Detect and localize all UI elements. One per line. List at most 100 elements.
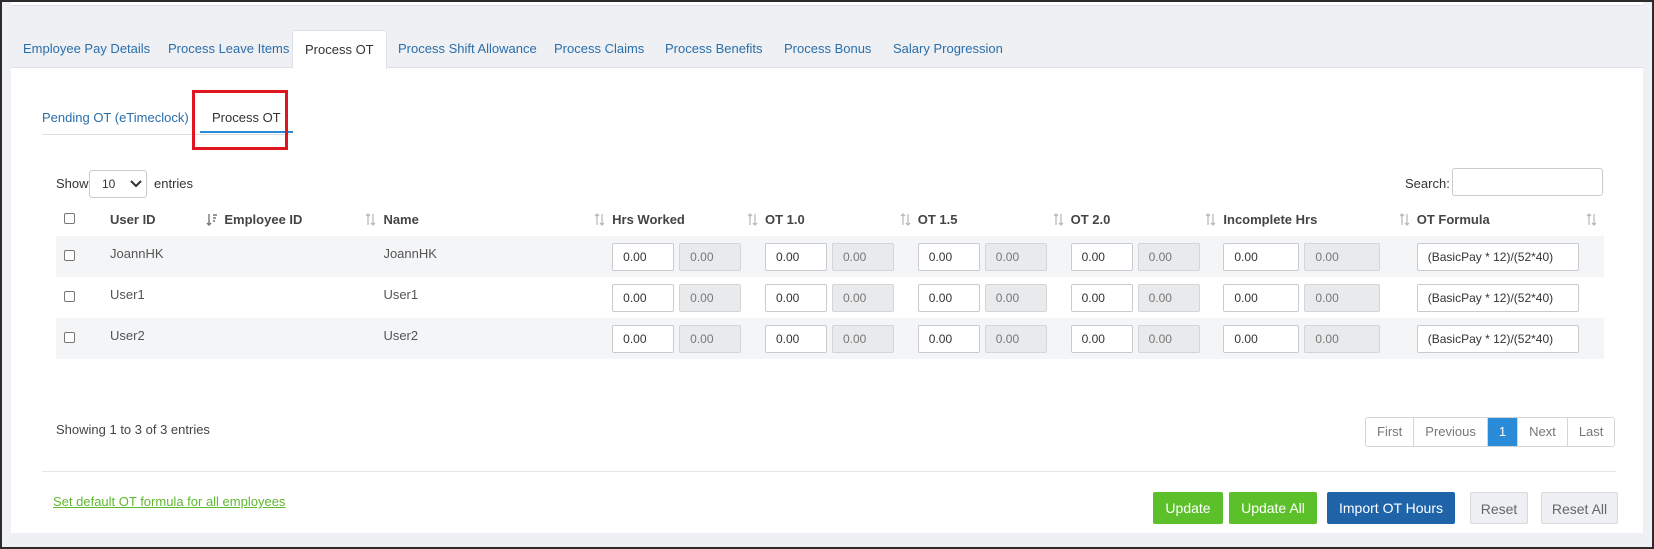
- sort-icon: [747, 213, 758, 226]
- header-incomplete-hrs[interactable]: Incomplete Hrs: [1223, 202, 1416, 236]
- page-size-select[interactable]: 10: [89, 170, 147, 198]
- header-ot-20[interactable]: OT 2.0: [1071, 202, 1224, 236]
- ot10-readonly: 0.00: [831, 243, 894, 271]
- hrs-input[interactable]: 0.00: [612, 243, 675, 271]
- incomplete-readonly: 0.00: [1304, 284, 1381, 312]
- incomplete-input[interactable]: 0.00: [1223, 284, 1300, 312]
- ot20-readonly: 0.00: [1137, 284, 1200, 312]
- tab-process-leave-items[interactable]: Process Leave Items: [156, 30, 301, 68]
- sort-icon: [900, 213, 911, 226]
- highlight-box: [192, 90, 288, 150]
- table-row: JoannHK JoannHK 0.00 0.00 0.00 0.00 0.00 0.00 0.…: [56, 236, 1604, 277]
- table-row: User2 User2 0.00 0.00 0.00 0.00 0.00 0.00 0.00 0.…: [56, 318, 1604, 359]
- row-checkbox[interactable]: [64, 250, 75, 261]
- hrs-readonly: 0.00: [679, 325, 742, 353]
- ot15-input[interactable]: 0.00: [917, 325, 980, 353]
- tab-process-shift-allowance[interactable]: Process Shift Allowance: [386, 30, 549, 68]
- ot-formula-input[interactable]: (BasicPay * 12)/(52*40): [1416, 284, 1579, 312]
- chevron-down-icon: [130, 180, 142, 188]
- ot15-input[interactable]: 0.00: [917, 243, 980, 271]
- hrs-input[interactable]: 0.00: [612, 284, 675, 312]
- header-ot-10[interactable]: OT 1.0: [765, 202, 918, 236]
- name-cell: JoannHK: [383, 246, 437, 261]
- table-row: User1 User1 0.00 0.00 0.00 0.00 0.00 0.00 0.00 0.…: [56, 277, 1604, 318]
- reset-all-button[interactable]: Reset All: [1541, 492, 1618, 524]
- user-id-cell: User2: [110, 328, 145, 343]
- subtab-pending-ot[interactable]: Pending OT (eTimeclock): [42, 103, 189, 133]
- divider: [42, 471, 1616, 472]
- tab-process-bonus[interactable]: Process Bonus: [772, 30, 883, 68]
- row-checkbox[interactable]: [64, 332, 75, 343]
- page-size-value: 10: [102, 177, 116, 191]
- select-all-checkbox[interactable]: [64, 212, 75, 224]
- tab-process-claims[interactable]: Process Claims: [542, 30, 656, 68]
- tab-salary-progression[interactable]: Salary Progression: [881, 30, 1015, 68]
- ot-table: User ID Employee ID Name Hrs Worked OT 1…: [56, 202, 1604, 359]
- pager-first[interactable]: First: [1366, 418, 1415, 446]
- sort-icon: [1205, 213, 1216, 226]
- table-info: Showing 1 to 3 of 3 entries: [56, 422, 210, 437]
- entries-label: entries: [154, 176, 194, 191]
- sort-icon: [1399, 213, 1410, 226]
- incomplete-input[interactable]: 0.00: [1223, 243, 1300, 271]
- user-id-cell: JoannHK: [110, 246, 164, 261]
- incomplete-input[interactable]: 0.00: [1223, 325, 1300, 353]
- ot10-input[interactable]: 0.00: [764, 325, 827, 353]
- header-user-id[interactable]: User ID: [110, 202, 224, 236]
- ot20-input[interactable]: 0.00: [1070, 243, 1133, 271]
- search-label: Search:: [1405, 176, 1450, 191]
- tab-employee-pay-details[interactable]: Employee Pay Details: [11, 30, 162, 68]
- tab-process-benefits[interactable]: Process Benefits: [653, 30, 775, 68]
- ot10-readonly: 0.00: [831, 284, 894, 312]
- hrs-input[interactable]: 0.00: [612, 325, 675, 353]
- ot20-readonly: 0.00: [1137, 243, 1200, 271]
- user-id-cell: User1: [110, 287, 145, 302]
- ot20-input[interactable]: 0.00: [1070, 325, 1133, 353]
- import-ot-hours-button[interactable]: Import OT Hours: [1327, 492, 1455, 524]
- pager-page-1[interactable]: 1: [1487, 418, 1519, 446]
- sort-icon: [1586, 213, 1597, 226]
- sort-asc-icon: [206, 214, 218, 226]
- set-default-formula-link[interactable]: Set default OT formula for all employees: [53, 494, 285, 509]
- ot20-input[interactable]: 0.00: [1070, 284, 1133, 312]
- ot15-readonly: 0.00: [984, 325, 1047, 353]
- hrs-readonly: 0.00: [679, 284, 742, 312]
- header-hrs-worked[interactable]: Hrs Worked: [612, 202, 765, 236]
- incomplete-readonly: 0.00: [1304, 243, 1381, 271]
- search-input[interactable]: [1452, 168, 1603, 196]
- header-employee-id[interactable]: Employee ID: [224, 202, 383, 236]
- top-strip: [11, 2, 1643, 6]
- ot20-readonly: 0.00: [1137, 325, 1200, 353]
- incomplete-readonly: 0.00: [1304, 325, 1381, 353]
- main-card: Employee Pay Details Process Leave Items…: [11, 30, 1643, 533]
- tab-process-ot[interactable]: Process OT: [292, 30, 387, 69]
- name-cell: User1: [383, 287, 419, 302]
- show-label: Show: [56, 176, 89, 191]
- name-cell: User2: [383, 328, 419, 343]
- ot15-readonly: 0.00: [984, 243, 1047, 271]
- hrs-readonly: 0.00: [679, 243, 742, 271]
- sort-icon: [365, 213, 376, 226]
- update-button[interactable]: Update: [1153, 492, 1223, 524]
- top-tabs: Employee Pay Details Process Leave Items…: [11, 30, 1643, 69]
- ot15-input[interactable]: 0.00: [917, 284, 980, 312]
- row-checkbox[interactable]: [64, 291, 75, 302]
- sort-icon: [1053, 213, 1064, 226]
- ot-formula-input[interactable]: (BasicPay * 12)/(52*40): [1416, 243, 1579, 271]
- header-ot-formula[interactable]: OT Formula: [1417, 202, 1604, 236]
- header-ot-15[interactable]: OT 1.5: [918, 202, 1071, 236]
- ot10-readonly: 0.00: [831, 325, 894, 353]
- pager-previous[interactable]: Previous: [1414, 418, 1488, 446]
- reset-button[interactable]: Reset: [1470, 492, 1528, 524]
- pager-last[interactable]: Last: [1568, 418, 1615, 446]
- pager-next[interactable]: Next: [1518, 418, 1568, 446]
- table-header-row: User ID Employee ID Name Hrs Worked OT 1…: [56, 202, 1604, 236]
- ot10-input[interactable]: 0.00: [764, 284, 827, 312]
- sort-icon: [594, 213, 605, 226]
- update-all-button[interactable]: Update All: [1229, 492, 1317, 524]
- ot15-readonly: 0.00: [984, 284, 1047, 312]
- ot10-input[interactable]: 0.00: [764, 243, 827, 271]
- header-name[interactable]: Name: [383, 202, 612, 236]
- ot-formula-input[interactable]: (BasicPay * 12)/(52*40): [1416, 325, 1579, 353]
- pagination: First Previous 1 Next Last: [1365, 417, 1616, 447]
